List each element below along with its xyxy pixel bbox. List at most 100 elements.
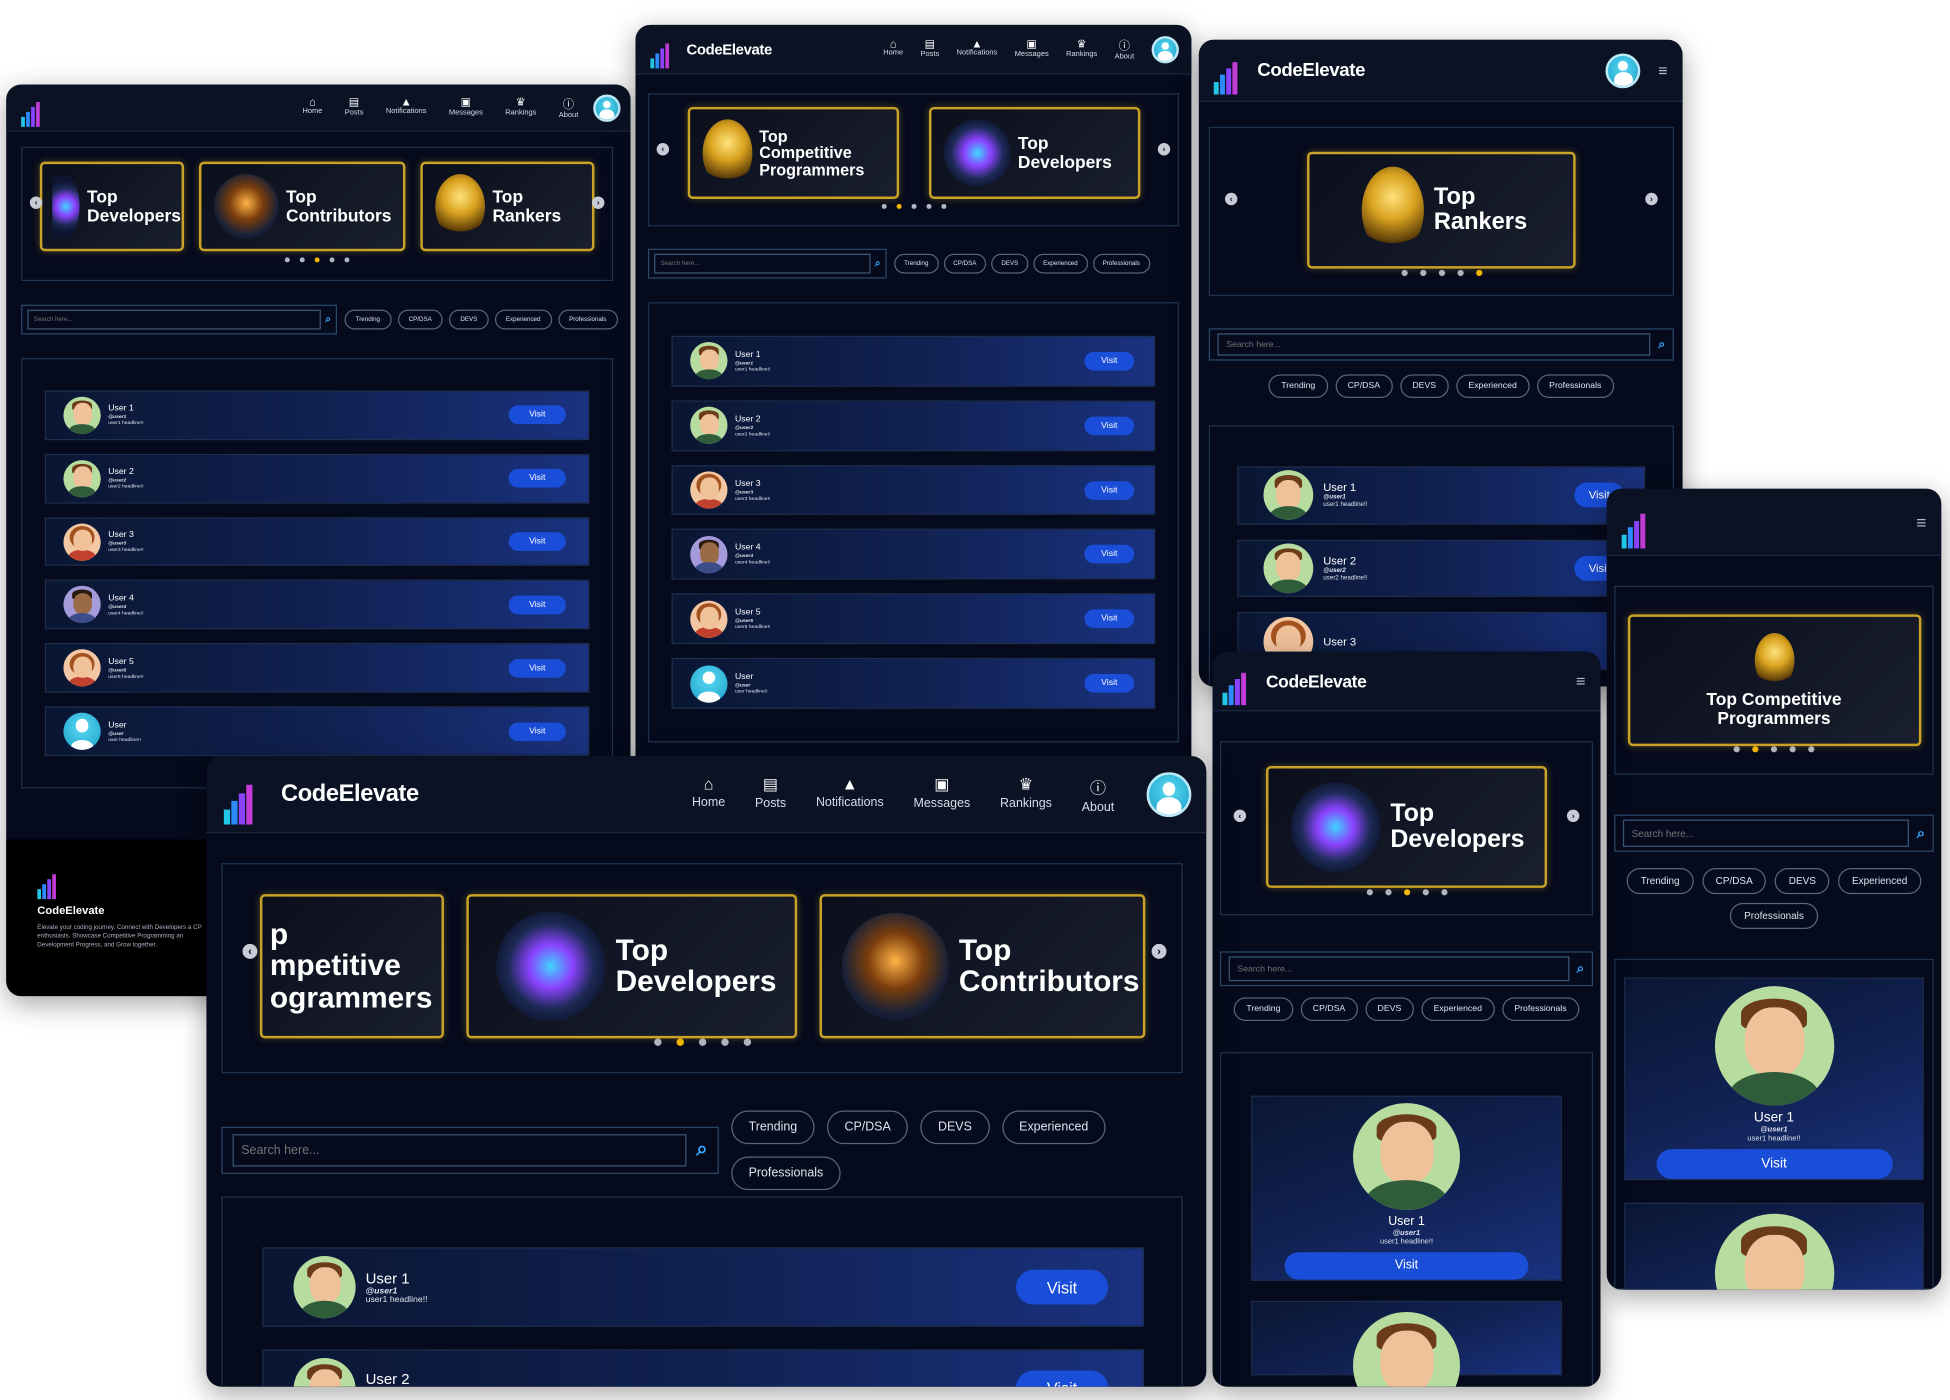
- nav-about[interactable]: ⓘ About: [559, 96, 579, 119]
- card-top-contributors[interactable]: Top Contributors: [819, 894, 1146, 1039]
- visit-button[interactable]: Visit: [508, 595, 566, 615]
- filter-chip-devs[interactable]: DEVS: [1775, 868, 1830, 895]
- hamburger-icon[interactable]: ≡: [1576, 672, 1585, 691]
- logo[interactable]: CodeElevate: [1213, 47, 1366, 94]
- filter-chip-cpdsa[interactable]: CP/DSA: [1335, 374, 1393, 398]
- hamburger-icon[interactable]: ≡: [1658, 61, 1667, 80]
- user-row[interactable]: User @user user headline!! Visit: [44, 706, 590, 757]
- filter-chip-cpdsa[interactable]: CP/DSA: [1701, 868, 1767, 895]
- carousel-dot-active[interactable]: [675, 1038, 684, 1046]
- card-top-cp[interactable]: Top Competitive Programmers: [1627, 614, 1921, 747]
- search-icon[interactable]: ⌕: [325, 313, 331, 325]
- card-top-rankers[interactable]: Top Rankers: [1307, 151, 1576, 269]
- profile-avatar[interactable]: [1151, 35, 1179, 63]
- filter-chip-experienced[interactable]: Experienced: [1033, 253, 1088, 274]
- visit-button[interactable]: Visit: [1084, 609, 1135, 629]
- carousel-dot[interactable]: [881, 203, 887, 209]
- nav-rankings[interactable]: ♛ Rankings: [1066, 37, 1097, 61]
- filter-chip-trending[interactable]: Trending: [731, 1110, 815, 1145]
- carousel-dot-active[interactable]: [314, 257, 320, 263]
- carousel-dot[interactable]: [1422, 889, 1429, 896]
- carousel-dot[interactable]: [284, 257, 290, 263]
- visit-button[interactable]: Visit: [1655, 1149, 1893, 1179]
- carousel-dot[interactable]: [653, 1038, 661, 1046]
- card-top-developers[interactable]: Top Developers: [39, 161, 185, 252]
- search-input[interactable]: [1217, 333, 1651, 356]
- visit-button[interactable]: Visit: [1084, 351, 1135, 371]
- filter-chip-experienced[interactable]: Experienced: [494, 309, 552, 330]
- user-row[interactable]: User 3 @user3 user3 headline!! Visit: [44, 516, 590, 567]
- search-input[interactable]: [27, 309, 321, 330]
- filter-chip-cpdsa[interactable]: CP/DSA: [827, 1110, 909, 1145]
- nav-posts[interactable]: ▤ Posts: [755, 774, 786, 814]
- user-card[interactable]: [1624, 1202, 1924, 1290]
- carousel-dot[interactable]: [1733, 746, 1740, 753]
- carousel-prev-button[interactable]: ‹: [29, 196, 43, 209]
- search-input[interactable]: [232, 1134, 687, 1167]
- carousel-dot[interactable]: [720, 1038, 729, 1046]
- user-row[interactable]: User 2 @user2 user2 headline!! Visit: [44, 453, 590, 504]
- filter-chip-professionals[interactable]: Professionals: [1092, 253, 1150, 274]
- carousel-dot[interactable]: [1366, 889, 1373, 896]
- logo-mark-icon[interactable]: [1621, 496, 1664, 548]
- card-top-cp[interactable]: Top Competitive Programmers: [687, 106, 899, 199]
- card-top-developers[interactable]: Top Developers: [928, 106, 1140, 199]
- nav-notifications[interactable]: ▲ Notifications: [386, 96, 427, 120]
- visit-button[interactable]: Visit: [1084, 480, 1135, 500]
- visit-button[interactable]: Visit: [1284, 1252, 1529, 1280]
- nav-messages[interactable]: ▣ Messages: [1015, 37, 1049, 61]
- nav-rankings[interactable]: ♛ Rankings: [505, 96, 536, 120]
- nav-messages[interactable]: ▣ Messages: [914, 774, 971, 814]
- search-icon[interactable]: ⌕: [696, 1139, 707, 1161]
- logo[interactable]: CodeElevate: [650, 30, 772, 68]
- filter-chip-trending[interactable]: Trending: [1268, 374, 1328, 398]
- visit-button[interactable]: Visit: [1084, 545, 1135, 564]
- nav-notifications[interactable]: ▲ Notifications: [957, 37, 998, 61]
- card-top-rankers[interactable]: Top Rankers: [420, 161, 595, 252]
- hamburger-icon[interactable]: ≡: [1916, 512, 1926, 532]
- user-row[interactable]: User 2 Visit: [262, 1349, 1145, 1387]
- filter-chip-experienced[interactable]: Experienced: [1421, 997, 1495, 1021]
- user-row[interactable]: User 4 @user4 user4 headline!! Visit: [44, 580, 590, 630]
- carousel-dot[interactable]: [1808, 746, 1815, 753]
- filter-chip-cpdsa[interactable]: CP/DSA: [397, 309, 443, 330]
- search-icon[interactable]: ⌕: [1658, 338, 1665, 352]
- logo[interactable]: CodeElevate: [223, 764, 419, 824]
- nav-rankings[interactable]: ♛ Rankings: [1000, 774, 1052, 814]
- carousel-dot[interactable]: [1419, 269, 1426, 277]
- user-row[interactable]: User 1 @user1 user1 headline!! Visit: [262, 1247, 1145, 1327]
- user-row[interactable]: User @user user headline!! Visit: [671, 658, 1156, 709]
- carousel-dot[interactable]: [1770, 746, 1778, 753]
- user-row[interactable]: User 2 @user2 user2 headline!! Visit: [1237, 539, 1646, 598]
- carousel-dot[interactable]: [1384, 889, 1391, 896]
- filter-chip-professionals[interactable]: Professionals: [1501, 997, 1580, 1021]
- user-card[interactable]: User 1 @user1 user1 headline!! Visit: [1251, 1095, 1562, 1281]
- profile-avatar[interactable]: [1146, 771, 1192, 817]
- filter-chip-trending[interactable]: Trending: [1627, 868, 1694, 895]
- user-row[interactable]: User 4 @user4 user4 headline!! Visit: [671, 529, 1156, 580]
- search-input[interactable]: [1228, 956, 1570, 982]
- search-input[interactable]: [1622, 819, 1910, 847]
- nav-about[interactable]: ⓘ About: [1082, 774, 1115, 814]
- nav-messages[interactable]: ▣ Messages: [449, 96, 483, 120]
- card-top-developers[interactable]: Top Developers: [1265, 766, 1548, 888]
- user-row[interactable]: User 1 @user1 user1 headline!! Visit: [1237, 466, 1646, 525]
- carousel-dot[interactable]: [910, 203, 916, 209]
- user-row[interactable]: User 1 @user1 user1 headline!! Visit: [44, 390, 590, 441]
- filter-chip-trending[interactable]: Trending: [344, 309, 392, 330]
- filter-chip-professionals[interactable]: Professionals: [557, 309, 618, 330]
- filter-chip-experienced[interactable]: Experienced: [1838, 868, 1921, 895]
- carousel-prev-button[interactable]: ‹: [1224, 192, 1238, 206]
- carousel-next-button[interactable]: ›: [1645, 192, 1658, 206]
- carousel-prev-button[interactable]: ‹: [1233, 809, 1247, 823]
- carousel-next-button[interactable]: ›: [1157, 143, 1171, 156]
- filter-chip-cpdsa[interactable]: CP/DSA: [943, 253, 987, 274]
- card-top-contributors[interactable]: Top Contributors: [198, 161, 406, 252]
- visit-button[interactable]: Visit: [508, 721, 566, 741]
- carousel-next-button[interactable]: ›: [1151, 943, 1167, 959]
- nav-posts[interactable]: ▤ Posts: [921, 37, 940, 61]
- user-card[interactable]: User 1 @user1 user1 headline!! Visit: [1624, 977, 1924, 1181]
- carousel-dot[interactable]: [1438, 269, 1445, 277]
- visit-button[interactable]: Visit: [1016, 1269, 1109, 1305]
- filter-chip-professionals[interactable]: Professionals: [1730, 902, 1818, 929]
